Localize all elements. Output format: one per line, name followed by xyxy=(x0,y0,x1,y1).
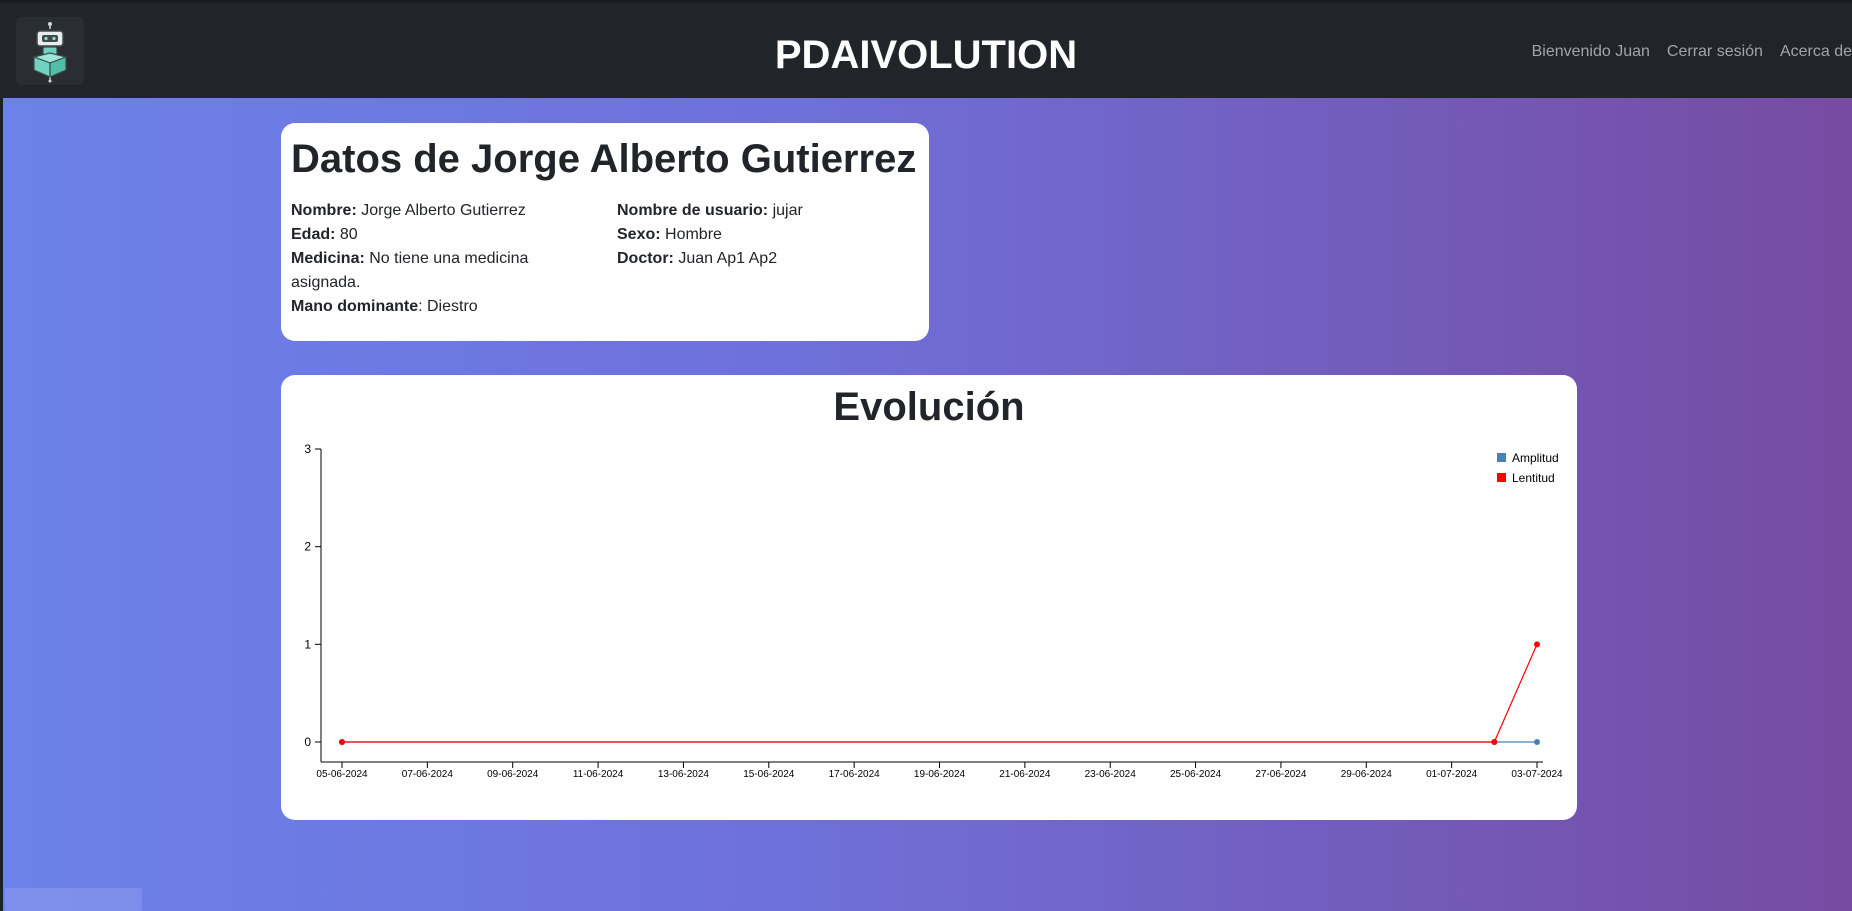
patient-info-card: Datos de Jorge Alberto Gutierrez Nombre:… xyxy=(281,123,929,341)
y-tick-label: 3 xyxy=(304,442,311,456)
x-tick-label: 09-06-2024 xyxy=(487,769,539,780)
field-age-value: 80 xyxy=(335,226,358,243)
x-tick-label: 05-06-2024 xyxy=(316,769,368,780)
field-sex-value: Hombre xyxy=(660,226,722,243)
data-point-lentitud xyxy=(1491,739,1498,745)
y-tick-label: 0 xyxy=(304,735,311,749)
patient-info-right: Nombre de usuario: jujar Sexo: Hombre Do… xyxy=(617,199,917,271)
data-point-lentitud xyxy=(339,739,345,745)
field-name-label: Nombre: xyxy=(291,202,357,219)
x-tick-label: 27-06-2024 xyxy=(1255,769,1307,780)
x-tick-label: 25-06-2024 xyxy=(1170,769,1222,780)
evolution-chart: 0 1 2 3 05-06-2024 07-06-2024 09-06-2024 11-06-… xyxy=(304,442,1563,780)
legend-label-amplitud: Amplitud xyxy=(1512,451,1559,465)
field-username-label: Nombre de usuario: xyxy=(617,202,769,219)
y-tick-label: 1 xyxy=(304,637,311,651)
field-dominant-hand: Mano dominante: Diestro xyxy=(291,295,561,319)
field-medicine: Medicina: No tiene una medicina asignada… xyxy=(291,247,561,295)
field-doctor-label: Doctor: xyxy=(617,250,674,267)
nav-welcome-link[interactable]: Bienvenido Juan xyxy=(1532,43,1650,61)
data-point-lentitud xyxy=(1534,641,1540,648)
x-tick-label: 23-06-2024 xyxy=(1085,769,1137,780)
field-sex: Sexo: Hombre xyxy=(617,223,917,247)
x-tick-label: 21-06-2024 xyxy=(999,769,1051,780)
data-point-amplitud xyxy=(1534,739,1540,745)
nav-logout-link[interactable]: Cerrar sesión xyxy=(1667,43,1763,61)
field-medicine-label: Medicina: xyxy=(291,250,365,267)
series-line-lentitud xyxy=(342,644,1538,743)
status-overlay xyxy=(5,888,142,911)
x-tick-label: 11-06-2024 xyxy=(573,769,624,780)
field-sex-label: Sexo: xyxy=(617,226,661,243)
x-tick-label: 29-06-2024 xyxy=(1341,769,1393,780)
legend-swatch-lentitud xyxy=(1497,473,1506,482)
x-tick-label: 15-06-2024 xyxy=(743,769,795,780)
x-tick-label: 19-06-2024 xyxy=(914,769,966,780)
field-name-value: Jorge Alberto Gutierrez xyxy=(356,202,526,219)
x-tick-label: 07-06-2024 xyxy=(402,769,454,780)
field-age-label: Edad: xyxy=(291,226,336,243)
nav-about-link[interactable]: Acerca de xyxy=(1780,43,1852,61)
field-age: Edad: 80 xyxy=(291,223,561,247)
y-tick-label: 2 xyxy=(304,540,311,554)
nav-links: Bienvenido Juan Cerrar sesión Acerca de xyxy=(1532,43,1852,61)
x-tick-label: 17-06-2024 xyxy=(829,769,881,780)
field-username-value: jujar xyxy=(768,202,803,219)
evolution-card: Evolución 0 1 2 3 05-06-2024 07-06-2024 09-06-… xyxy=(281,375,1577,820)
robot-logo-icon[interactable] xyxy=(16,17,84,85)
x-tick-label: 01-07-2024 xyxy=(1426,769,1478,780)
window-edge xyxy=(0,0,3,911)
x-tick-label: 13-06-2024 xyxy=(658,769,710,780)
legend-label-lentitud: Lentitud xyxy=(1512,471,1555,485)
field-name: Nombre: Jorge Alberto Gutierrez xyxy=(291,199,561,223)
field-doctor-value: Juan Ap1 Ap2 xyxy=(673,250,778,267)
field-doctor: Doctor: Juan Ap1 Ap2 xyxy=(617,247,917,271)
x-tick-label: 03-07-2024 xyxy=(1511,769,1563,780)
legend-swatch-amplitud xyxy=(1497,453,1506,462)
patient-info-left: Nombre: Jorge Alberto Gutierrez Edad: 80… xyxy=(291,199,561,319)
field-hand-label: Mano dominante xyxy=(291,298,419,315)
patient-title: Datos de Jorge Alberto Gutierrez xyxy=(291,137,917,181)
field-username: Nombre de usuario: jujar xyxy=(617,199,917,223)
field-hand-value: : Diestro xyxy=(418,298,478,315)
top-navbar: PDAIVOLUTION Bienvenido Juan Cerrar sesi… xyxy=(0,0,1852,98)
